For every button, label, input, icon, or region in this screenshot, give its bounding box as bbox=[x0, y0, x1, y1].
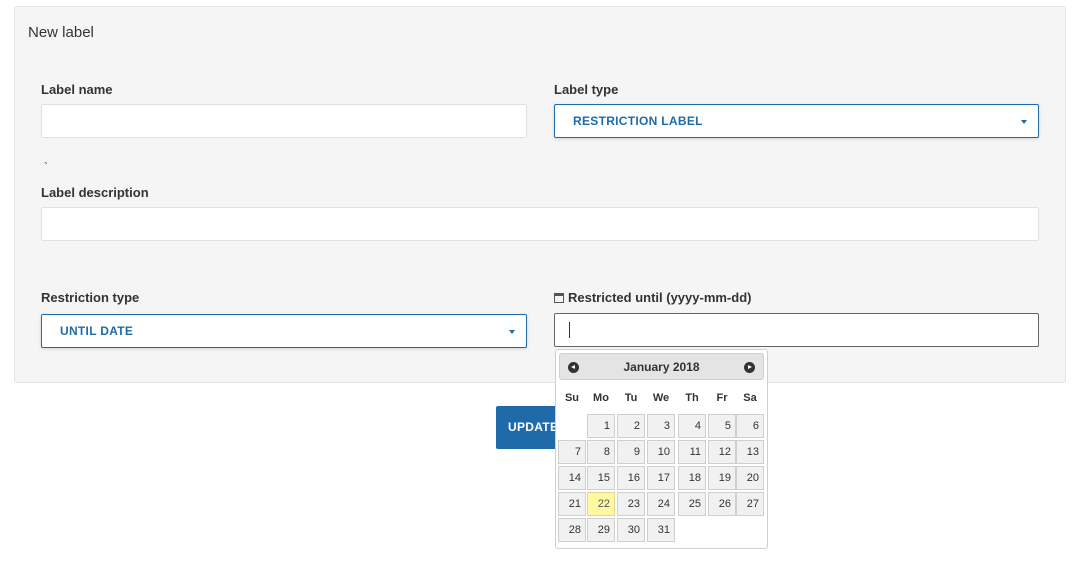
datepicker-header: January 2018 bbox=[559, 353, 764, 380]
label-type-label: Label type bbox=[554, 82, 619, 97]
datepicker-day[interactable]: 20 bbox=[736, 466, 764, 490]
label-type-select[interactable]: RESTRICTION LABEL bbox=[554, 104, 1039, 138]
label-description-label: Label description bbox=[41, 185, 149, 200]
datepicker-day[interactable]: 29 bbox=[587, 518, 615, 542]
weekday-header: Th bbox=[685, 392, 699, 404]
datepicker-day[interactable]: 31 bbox=[647, 518, 675, 542]
stray-mark: ` bbox=[44, 160, 48, 174]
weekday-header: Tu bbox=[624, 392, 638, 404]
restricted-until-text: Restricted until (yyyy-mm-dd) bbox=[568, 290, 752, 305]
label-type-value: RESTRICTION LABEL bbox=[573, 114, 703, 128]
datepicker-day[interactable]: 7 bbox=[558, 440, 586, 464]
next-month-icon[interactable] bbox=[744, 362, 755, 373]
datepicker-day[interactable]: 24 bbox=[647, 492, 675, 516]
datepicker-day[interactable]: 26 bbox=[708, 492, 736, 516]
datepicker-day[interactable]: 13 bbox=[736, 440, 764, 464]
datepicker-day[interactable]: 11 bbox=[678, 440, 706, 464]
datepicker-day[interactable]: 25 bbox=[678, 492, 706, 516]
datepicker-day[interactable]: 10 bbox=[647, 440, 675, 464]
datepicker-day[interactable]: 9 bbox=[617, 440, 645, 464]
label-name-input[interactable] bbox=[41, 104, 527, 138]
weekday-header: Fr bbox=[716, 392, 728, 404]
datepicker-day[interactable]: 1 bbox=[587, 414, 615, 438]
restricted-until-label: Restricted until (yyyy-mm-dd) bbox=[554, 290, 751, 305]
chevron-down-icon bbox=[509, 330, 515, 334]
restriction-type-value: UNTIL DATE bbox=[60, 324, 134, 338]
datepicker-day[interactable]: 12 bbox=[708, 440, 736, 464]
weekday-header: Sa bbox=[743, 392, 757, 404]
calendar-icon bbox=[554, 293, 564, 303]
datepicker-day[interactable]: 2 bbox=[617, 414, 645, 438]
datepicker-day[interactable]: 3 bbox=[647, 414, 675, 438]
text-cursor bbox=[569, 322, 570, 338]
restriction-type-select[interactable]: UNTIL DATE bbox=[41, 314, 527, 348]
datepicker: January 2018 Su Mo Tu We Th Fr Sa 1 2 3 4 5 6 7 8 9 10 11… bbox=[555, 349, 768, 549]
datepicker-day[interactable]: 8 bbox=[587, 440, 615, 464]
datepicker-day[interactable]: 30 bbox=[617, 518, 645, 542]
chevron-down-icon bbox=[1021, 120, 1027, 124]
datepicker-day[interactable]: 28 bbox=[558, 518, 586, 542]
datepicker-day[interactable]: 27 bbox=[736, 492, 764, 516]
datepicker-day[interactable]: 18 bbox=[678, 466, 706, 490]
weekday-header: Su bbox=[564, 392, 580, 404]
restricted-until-input[interactable] bbox=[554, 313, 1039, 347]
panel-title: New label bbox=[28, 24, 94, 41]
datepicker-day[interactable]: 5 bbox=[708, 414, 736, 438]
datepicker-day[interactable]: 21 bbox=[558, 492, 586, 516]
restriction-type-label: Restriction type bbox=[41, 290, 140, 305]
datepicker-day[interactable]: 6 bbox=[736, 414, 764, 438]
datepicker-day[interactable]: 16 bbox=[617, 466, 645, 490]
datepicker-month-title: January 2018 bbox=[623, 360, 700, 374]
datepicker-day[interactable]: 15 bbox=[587, 466, 615, 490]
datepicker-day[interactable]: 17 bbox=[647, 466, 675, 490]
weekday-header: Mo bbox=[593, 392, 609, 404]
datepicker-day[interactable]: 23 bbox=[617, 492, 645, 516]
datepicker-day[interactable]: 19 bbox=[708, 466, 736, 490]
datepicker-day[interactable]: 4 bbox=[678, 414, 706, 438]
weekday-header: We bbox=[652, 392, 670, 404]
label-description-input[interactable] bbox=[41, 207, 1039, 241]
label-name-label: Label name bbox=[41, 82, 113, 97]
datepicker-day-today[interactable]: 22 bbox=[587, 492, 615, 516]
datepicker-day[interactable]: 14 bbox=[558, 466, 586, 490]
